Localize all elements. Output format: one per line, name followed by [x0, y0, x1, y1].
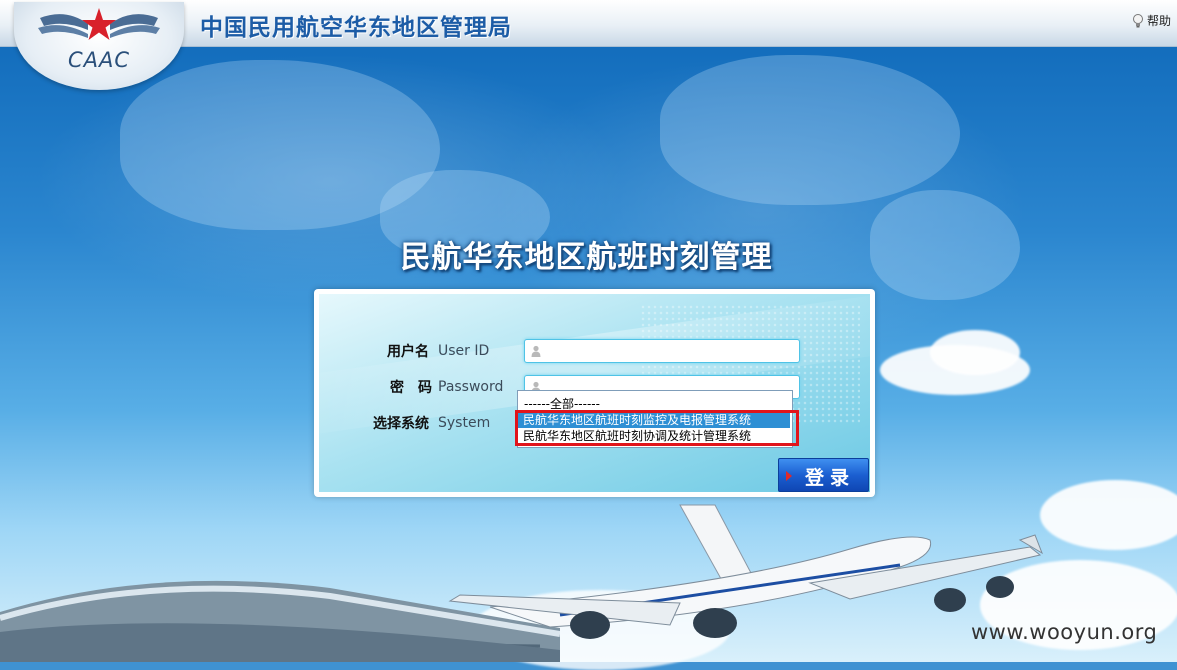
page-title-text: 民航华东地区航班时刻管理 [400, 240, 773, 275]
cloud [930, 330, 1020, 375]
username-label: 用户名 [387, 344, 429, 360]
page-title: 民航华东地区航班时刻管理 [0, 232, 1177, 276]
password-en-label: Password [438, 379, 504, 395]
lightbulb-icon [1132, 13, 1143, 27]
watermark: www.wooyun.org [971, 620, 1158, 644]
system-label: 选择系统 [373, 416, 429, 432]
help-label[interactable]: 帮助 [1147, 12, 1171, 29]
wings-star-emblem [38, 8, 160, 40]
help-link[interactable]: 帮助 [1132, 12, 1171, 29]
logo-text: CAAC [67, 48, 131, 72]
agency-title: 中国民用航空华东地区管理局 [200, 14, 512, 41]
user-icon [531, 345, 541, 357]
arrow-right-icon [786, 471, 792, 481]
username-input[interactable] [545, 340, 797, 362]
highlight-box [515, 410, 799, 446]
login-button-label[interactable]: 登录 [805, 463, 855, 490]
cloud [1040, 480, 1177, 550]
username-field[interactable] [524, 339, 800, 363]
password-label: 密 码 [390, 380, 432, 396]
login-button[interactable]: 登录 [778, 458, 869, 492]
username-en-label: User ID [438, 343, 490, 359]
system-en-label: System [438, 415, 491, 431]
airplane-image [448, 504, 1043, 639]
